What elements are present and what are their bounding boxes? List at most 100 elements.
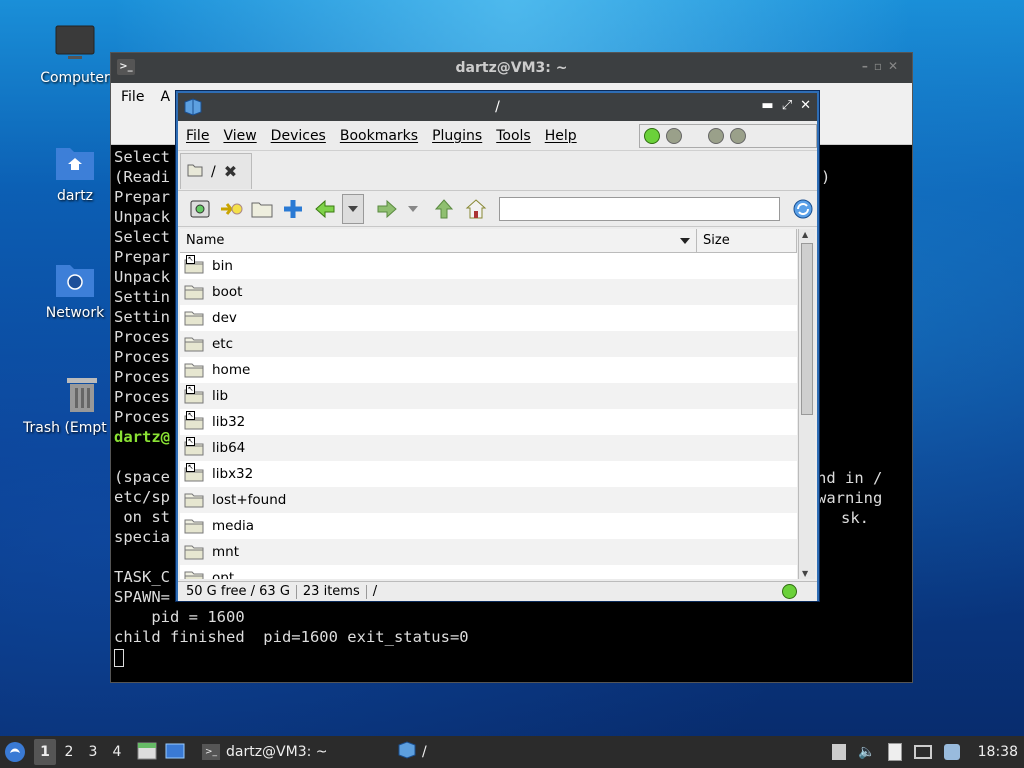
clock[interactable]: 18:38 <box>978 744 1018 760</box>
file-row[interactable]: ↖ bin <box>180 253 797 279</box>
file-row[interactable]: boot <box>180 279 797 305</box>
desktop-icon-dartz[interactable]: dartz <box>27 142 123 204</box>
file-name: mnt <box>212 544 239 560</box>
file-row[interactable]: etc <box>180 331 797 357</box>
file-row[interactable]: opt <box>180 565 797 579</box>
workspace-4[interactable]: 4 <box>106 739 128 765</box>
status-path: / <box>372 584 378 599</box>
menu-devices[interactable]: Devices <box>271 128 326 144</box>
desktop-icon-label: Trash (Empty) <box>23 420 107 436</box>
tray-expand-icon[interactable] <box>832 744 847 760</box>
workspace-1[interactable]: 1 <box>34 739 56 765</box>
maximize-icon[interactable]: ⤢ <box>782 98 792 113</box>
network-folder-icon <box>54 259 96 299</box>
workspace-2[interactable]: 2 <box>58 739 80 765</box>
monitor-icon <box>54 24 96 64</box>
menu-bookmarks[interactable]: Bookmarks <box>340 128 418 144</box>
scroll-down-icon[interactable]: ▼ <box>802 569 808 578</box>
led-icon <box>666 128 682 144</box>
column-name[interactable]: Name <box>180 229 697 252</box>
terminal-menu-a[interactable]: A <box>160 89 170 105</box>
task-file-manager[interactable]: / <box>390 737 435 767</box>
clipboard-icon[interactable] <box>887 743 902 761</box>
column-size[interactable]: Size <box>697 229 797 252</box>
home-icon[interactable] <box>462 195 489 223</box>
workspace-3[interactable]: 3 <box>82 739 104 765</box>
file-row[interactable]: lost+found <box>180 487 797 513</box>
file-manager-window[interactable]: / ▬ ⤢ ✕ File View Devices Bookmarks Plug… <box>176 91 819 601</box>
volume-icon[interactable]: 🔈 <box>858 744 875 760</box>
file-row[interactable]: ↖ lib32 <box>180 409 797 435</box>
tab-root[interactable]: / ✖ <box>180 153 252 189</box>
minimize-icon[interactable]: ▬ <box>761 98 773 113</box>
menu-file[interactable]: File <box>186 128 209 144</box>
back-history-dropdown[interactable] <box>342 193 364 224</box>
folder-icon: ↖ <box>184 385 204 404</box>
folder-icon <box>184 362 204 378</box>
back-arrow-icon[interactable] <box>311 195 338 223</box>
open-in-new-icon[interactable] <box>217 195 244 223</box>
file-row[interactable]: ↖ lib <box>180 383 797 409</box>
notes-launcher-icon[interactable] <box>136 741 160 763</box>
sort-arrow-icon <box>680 237 690 244</box>
scroll-up-icon[interactable]: ▲ <box>802 230 808 239</box>
menu-tools[interactable]: Tools <box>496 128 531 144</box>
add-icon[interactable] <box>280 195 307 223</box>
new-folder-icon[interactable] <box>249 195 276 223</box>
folder-icon: ↖ <box>184 411 204 430</box>
file-name: boot <box>212 284 243 300</box>
file-row[interactable]: home <box>180 357 797 383</box>
symlink-overlay-icon: ↖ <box>186 437 195 446</box>
vertical-scrollbar[interactable]: ▲ ▼ <box>798 229 815 579</box>
fm-title: / <box>495 99 500 115</box>
file-name: lib64 <box>212 440 246 456</box>
led-icon <box>644 128 660 144</box>
file-row[interactable]: media <box>180 513 797 539</box>
terminal-titlebar[interactable]: >_ dartz@VM3: ~ –▫✕ <box>111 53 912 83</box>
network-icon[interactable] <box>913 745 932 759</box>
file-list-header: Name Size <box>180 229 797 253</box>
fm-tabbar: / ✖ <box>178 151 817 191</box>
status-led-icon <box>782 584 797 599</box>
fm-titlebar[interactable]: / ▬ ⤢ ✕ <box>178 93 817 121</box>
file-name: lib32 <box>212 414 246 430</box>
terminal-icon: >_ <box>202 744 220 760</box>
show-desktop-icon[interactable] <box>164 741 188 763</box>
task-terminal[interactable]: >_ dartz@VM3: ~ <box>194 737 390 767</box>
up-arrow-icon[interactable] <box>431 195 458 223</box>
desktop-icon-label: dartz <box>56 188 94 204</box>
status-bar: 50 G free / 63 G 23 items / <box>178 581 817 601</box>
file-name: opt <box>212 570 235 579</box>
tab-close-icon[interactable]: ✖ <box>224 162 237 181</box>
menu-plugins[interactable]: Plugins <box>432 128 482 144</box>
file-name: lib <box>212 388 229 404</box>
menu-view[interactable]: View <box>223 128 256 144</box>
file-row[interactable]: ↖ lib64 <box>180 435 797 461</box>
terminal-cursor <box>114 648 124 667</box>
task-indicator-leds <box>639 124 817 148</box>
file-name: lost+found <box>212 492 287 508</box>
forward-history-dropdown-icon[interactable] <box>405 195 421 223</box>
file-name: home <box>212 362 251 378</box>
desktop-icon-label: Computer <box>40 70 110 86</box>
desktop-icon-network[interactable]: Network <box>27 259 123 321</box>
refresh-icon[interactable] <box>790 195 817 223</box>
menu-help[interactable]: Help <box>545 128 577 144</box>
close-icon[interactable]: ✕ <box>800 98 811 113</box>
scrollbar-thumb[interactable] <box>801 243 813 415</box>
drive-icon[interactable] <box>186 195 213 223</box>
file-name: etc <box>212 336 234 352</box>
window-buttons[interactable]: –▫✕ <box>862 59 904 73</box>
folder-icon <box>184 284 204 300</box>
update-notifier-icon[interactable] <box>943 744 960 760</box>
forward-arrow-icon[interactable] <box>374 195 401 223</box>
file-row[interactable]: ↖ libx32 <box>180 461 797 487</box>
file-row[interactable]: dev <box>180 305 797 331</box>
desktop-icon-computer[interactable]: Computer <box>27 24 123 86</box>
terminal-menu-file[interactable]: File <box>121 89 144 105</box>
path-input[interactable] <box>499 196 780 221</box>
file-row[interactable]: mnt <box>180 539 797 565</box>
start-menu-icon[interactable] <box>0 737 30 767</box>
file-list[interactable]: Name Size ↖ bin boot dev etc home ↖ lib ↖ lib32 ↖ l… <box>180 229 797 579</box>
system-tray: 🔈 18:38 <box>832 736 1018 768</box>
